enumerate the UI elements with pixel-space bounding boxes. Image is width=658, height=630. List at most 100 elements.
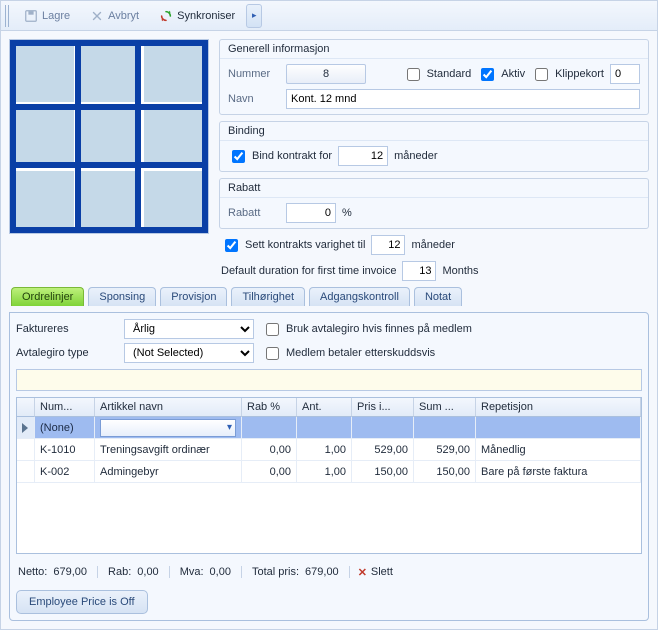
col-sum[interactable]: Sum ... (414, 398, 476, 417)
cell-sum[interactable]: 529,00 (414, 439, 476, 461)
col-price[interactable]: Pris i... (352, 398, 414, 417)
bind-checkbox[interactable]: Bind kontrakt for (228, 147, 332, 166)
clipcard-field[interactable]: Klippekort (531, 65, 604, 84)
set-duration-checkbox-input[interactable] (225, 239, 238, 252)
use-avtalegiro-checkbox-input[interactable] (266, 323, 279, 336)
col-indicator[interactable] (17, 398, 35, 417)
standard-checkbox-input[interactable] (407, 68, 420, 81)
save-button[interactable]: Lagre (15, 4, 79, 28)
tab-panel-order-lines: Faktureres Årlig Bruk avtalegiro hvis fi… (9, 312, 649, 621)
table-row[interactable]: K-002Admingebyr0,001,00150,00150,00Bare … (17, 461, 641, 483)
col-num[interactable]: Num... (35, 398, 95, 417)
default-duration-unit: Months (442, 265, 478, 277)
new-row-num[interactable]: (None) (35, 417, 95, 439)
cell-num[interactable]: K-002 (35, 461, 95, 483)
row-indicator-icon (17, 461, 35, 483)
grid-body: (None) K-1010Treningsavgift ordinær0,001… (17, 417, 641, 553)
bind-unit: måneder (394, 150, 437, 162)
bind-label: Bind kontrakt for (252, 150, 332, 162)
discount-label: Rabatt (228, 207, 280, 219)
invoiced-select[interactable]: Årlig (124, 319, 254, 339)
cell-discount[interactable]: 0,00 (242, 439, 297, 461)
tab-belonging[interactable]: Tilhørighet (231, 287, 305, 306)
save-label: Lagre (42, 10, 70, 22)
vat-label: Mva: (180, 566, 204, 578)
cell-qty[interactable]: 1,00 (297, 461, 352, 483)
delete-button[interactable]: ✕ Slett (350, 564, 401, 581)
new-row-price[interactable] (352, 417, 414, 439)
new-row-name-cell[interactable] (95, 417, 242, 439)
set-duration-checkbox[interactable]: Sett kontrakts varighet til (221, 236, 365, 255)
active-checkbox[interactable]: Aktiv (477, 65, 525, 84)
tab-provision[interactable]: Provisjon (160, 287, 227, 306)
active-checkbox-input[interactable] (481, 68, 494, 81)
number-label: Nummer (228, 68, 280, 80)
set-duration-unit: måneder (411, 239, 454, 251)
new-row-discount[interactable] (242, 417, 297, 439)
delete-label: Slett (371, 566, 393, 578)
sync-dropdown-toggle[interactable]: ▸ (246, 4, 262, 28)
binding-group: Binding Bind kontrakt for måneder (219, 121, 649, 172)
cell-price[interactable]: 150,00 (352, 461, 414, 483)
col-discount[interactable]: Rab % (242, 398, 297, 417)
clipcard-checkbox-input[interactable] (535, 68, 548, 81)
table-row[interactable]: K-1010Treningsavgift ordinær0,001,00529,… (17, 439, 641, 461)
sync-label: Synkroniser (177, 10, 235, 22)
bind-checkbox-input[interactable] (232, 150, 245, 163)
standard-checkbox[interactable]: Standard (403, 65, 472, 84)
discount-total-label: Rab: (108, 566, 131, 578)
tab-sponsing[interactable]: Sponsing (88, 287, 156, 306)
tab-notes[interactable]: Notat (414, 287, 462, 306)
invoiced-label: Faktureres (16, 323, 116, 335)
order-lines-grid: Num... Artikkel navn Rab % Ant. Pris i..… (16, 397, 642, 554)
grid-search-input[interactable] (17, 370, 641, 390)
totals-bar: Netto: 679,00 Rab: 0,00 Mva: 0,00 Total … (16, 560, 642, 584)
new-row-qty[interactable] (297, 417, 352, 439)
member-pays-arrears-checkbox-input[interactable] (266, 347, 279, 360)
col-qty[interactable]: Ant. (297, 398, 352, 417)
cell-name[interactable]: Treningsavgift ordinær (95, 439, 242, 461)
delete-icon: ✕ (358, 566, 367, 579)
cell-price[interactable]: 529,00 (352, 439, 414, 461)
clipcard-value[interactable] (610, 64, 640, 84)
member-pays-arrears-label: Medlem betaler etterskuddsvis (286, 347, 435, 359)
discount-input[interactable] (286, 203, 336, 223)
set-duration-input[interactable] (371, 235, 405, 255)
grid-new-row[interactable]: (None) (17, 417, 641, 439)
cell-repeat[interactable]: Bare på første faktura (476, 461, 641, 483)
new-row-sum[interactable] (414, 417, 476, 439)
avtalegiro-type-select[interactable]: (Not Selected) (124, 343, 254, 363)
cell-sum[interactable]: 150,00 (414, 461, 476, 483)
cell-qty[interactable]: 1,00 (297, 439, 352, 461)
save-icon (24, 9, 38, 23)
discount-unit: % (342, 207, 352, 219)
name-label: Navn (228, 93, 280, 105)
general-info-title: Generell informasjon (220, 40, 648, 59)
toolbar: Lagre Avbryt Synkroniser ▸ (1, 1, 657, 31)
member-pays-arrears-checkbox[interactable]: Medlem betaler etterskuddsvis (262, 344, 642, 363)
col-repeat[interactable]: Repetisjon (476, 398, 641, 417)
grid-search[interactable] (16, 369, 642, 391)
new-row-repeat[interactable] (476, 417, 641, 439)
cell-discount[interactable]: 0,00 (242, 461, 297, 483)
bind-months-input[interactable] (338, 146, 388, 166)
employee-price-toggle[interactable]: Employee Price is Off (16, 590, 148, 614)
cell-num[interactable]: K-1010 (35, 439, 95, 461)
col-name[interactable]: Artikkel navn (95, 398, 242, 417)
sync-button[interactable]: Synkroniser (150, 4, 244, 28)
toolbar-grip[interactable] (5, 5, 11, 27)
use-avtalegiro-label: Bruk avtalegiro hvis finnes på medlem (286, 323, 472, 335)
cancel-label: Avbryt (108, 10, 139, 22)
cell-repeat[interactable]: Månedlig (476, 439, 641, 461)
use-avtalegiro-checkbox[interactable]: Bruk avtalegiro hvis finnes på medlem (262, 320, 642, 339)
new-row-name-dropdown[interactable] (100, 419, 236, 437)
discount-total-value: 0,00 (137, 566, 158, 578)
number-value[interactable]: 8 (286, 64, 366, 84)
tab-access[interactable]: Adgangskontroll (309, 287, 410, 306)
tab-order-lines[interactable]: Ordrelinjer (11, 287, 84, 306)
cancel-button[interactable]: Avbryt (81, 4, 148, 28)
image-crop-grid (16, 46, 202, 227)
name-input[interactable] (286, 89, 640, 109)
cell-name[interactable]: Admingebyr (95, 461, 242, 483)
default-duration-input[interactable] (402, 261, 436, 281)
